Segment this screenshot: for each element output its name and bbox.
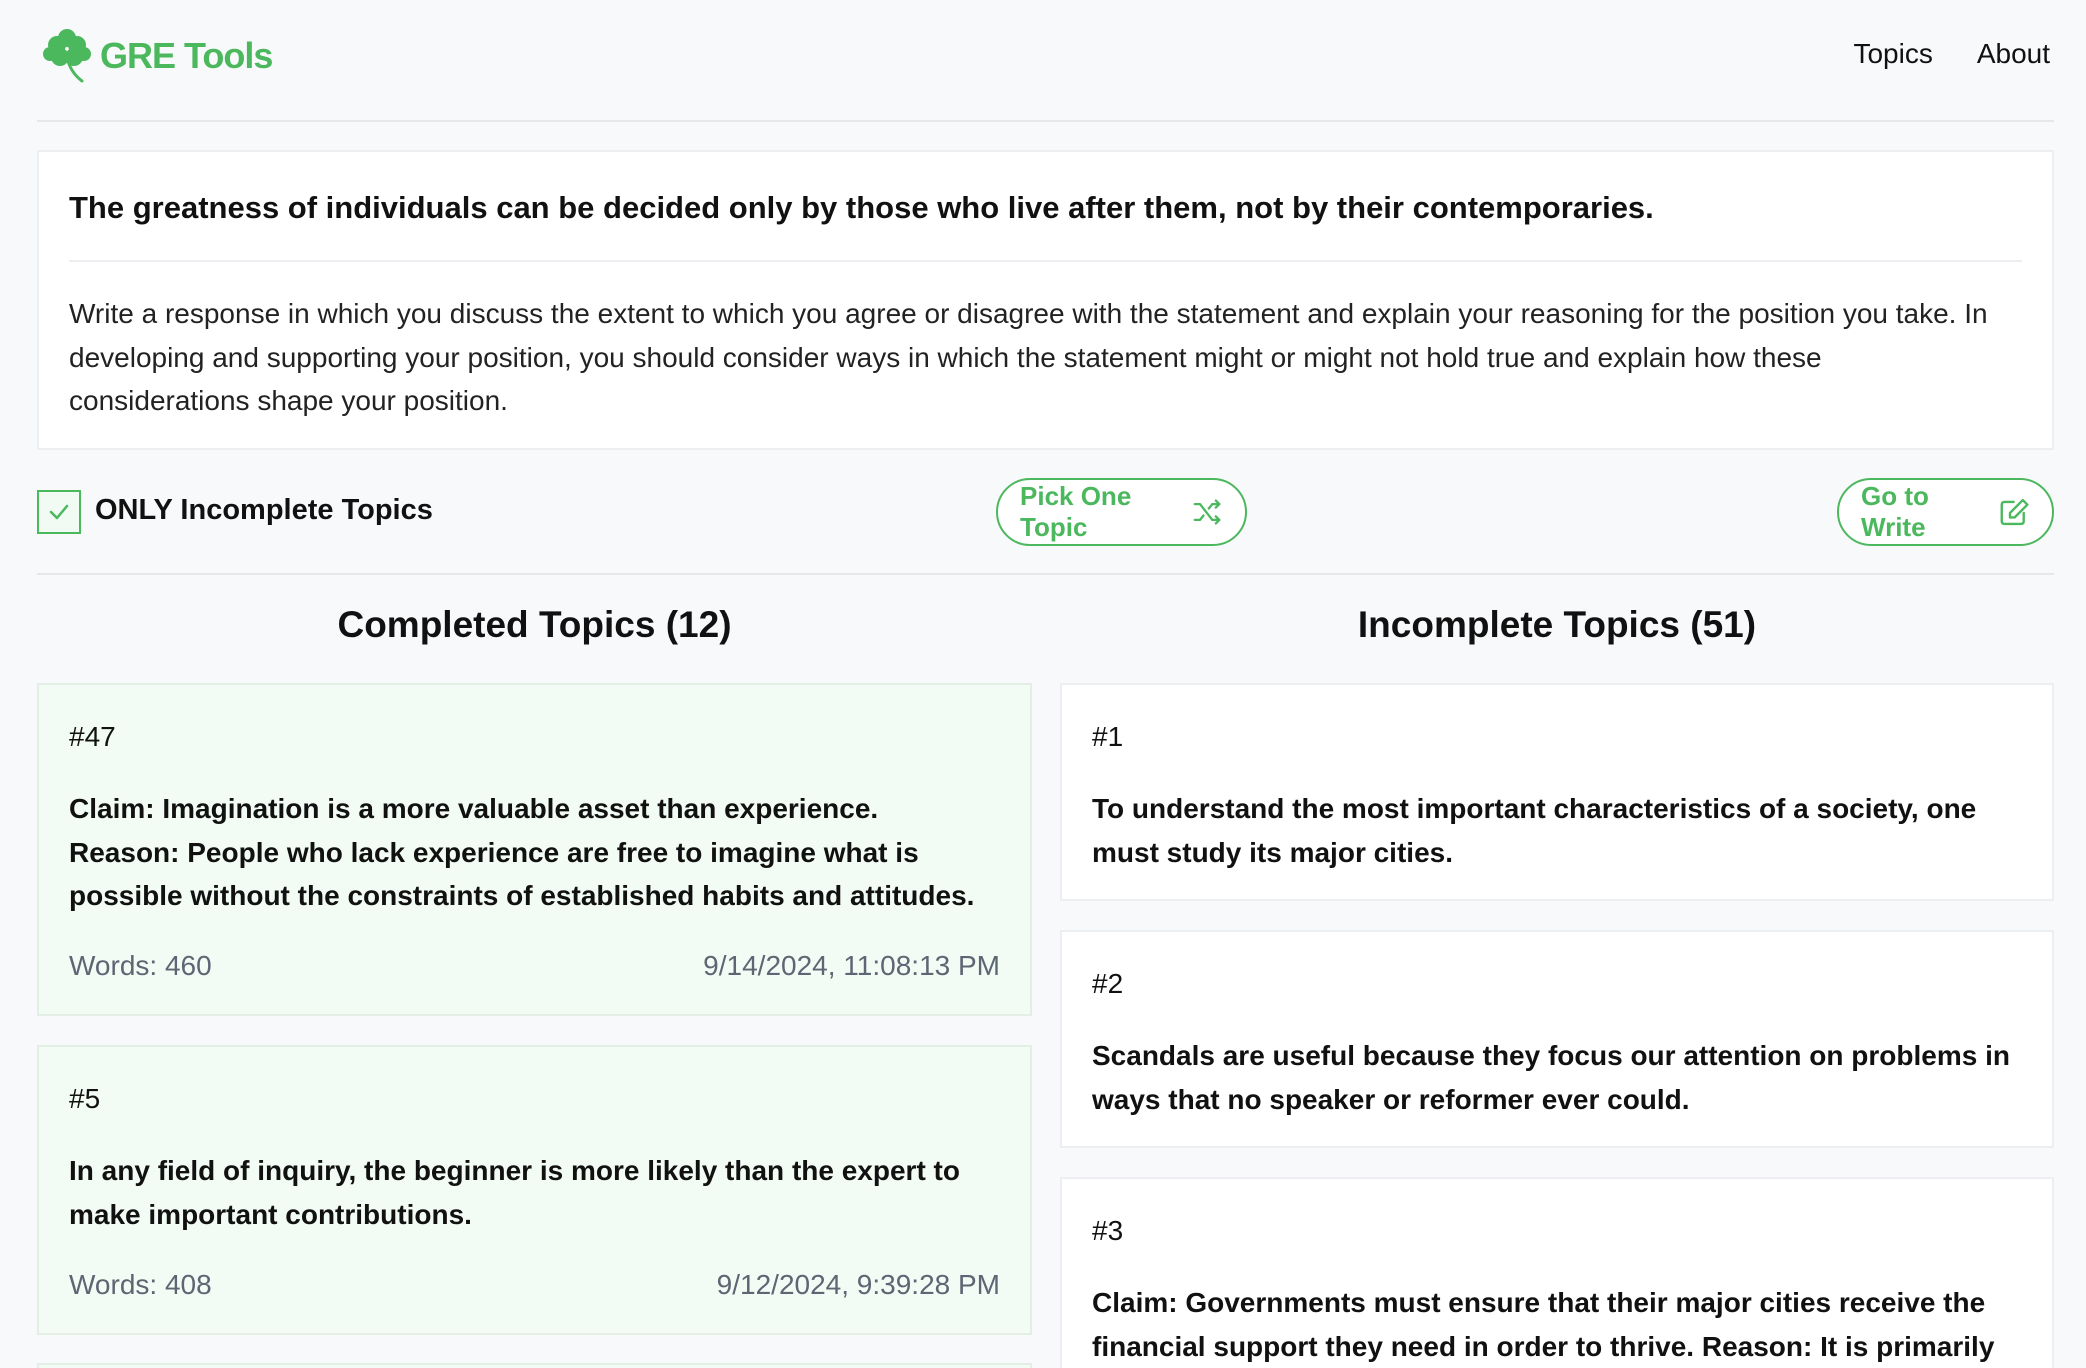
edit-icon [2000,498,2029,526]
controls-bar: ONLY Incomplete Topics Pick One Topic Go… [37,475,2054,575]
topic-text: Claim: Governments must ensure that thei… [1092,1287,1995,1362]
incomplete-topic-card[interactable]: #3 Claim: Governments must ensure that t… [1060,1177,2054,1368]
checkmark-icon [49,504,69,520]
incomplete-heading: Incomplete Topics (51) [1357,604,1757,645]
completed-topic-card[interactable]: #47 Claim: Imagination is a more valuabl… [37,683,1032,1016]
topic-number: #5 [69,1083,101,1114]
topic-number: #1 [1092,721,1124,752]
top-nav: Topics About [1853,38,2050,70]
completed-date: 9/12/2024, 9:39:28 PM [716,1269,1000,1300]
go-to-write-button[interactable]: Go to Write [1837,478,2054,546]
topic-number: #47 [69,721,116,752]
completed-date: 9/14/2024, 11:08:13 PM [703,950,1000,981]
completed-topic-card[interactable] [37,1363,1032,1368]
incomplete-only-checkbox[interactable] [37,490,81,534]
incomplete-topic-card[interactable]: #1 To understand the most important char… [1060,683,2054,901]
word-count: Words: 408 [69,1269,212,1300]
nav-topics-link[interactable]: Topics [1853,38,1932,70]
divider [69,260,2022,262]
topic-number: #3 [1092,1215,1124,1246]
topic-text: Scandals are useful because they focus o… [1092,1040,2010,1115]
site-header: GRE Tools Topics About [37,0,2054,122]
logo-text: GRE Tools [100,35,273,76]
pick-topic-button[interactable]: Pick One Topic [996,478,1247,546]
completed-heading: Completed Topics (12) [337,604,732,645]
topic-instructions: Write a response in which you discuss th… [69,298,1988,416]
nav-about-link[interactable]: About [1977,38,2050,70]
shuffle-icon [1193,499,1221,525]
incomplete-topic-card[interactable]: #2 Scandals are useful because they focu… [1060,930,2054,1148]
topic-text: To understand the most important charact… [1092,793,1977,868]
clover-icon [43,29,91,83]
topic-text: In any field of inquiry, the beginner is… [69,1155,960,1230]
current-topic-card: The greatness of individuals can be deci… [37,150,2054,450]
topic-statement: The greatness of individuals can be deci… [69,190,1654,225]
pick-topic-label: Pick One Topic [1020,481,1132,542]
word-count: Words: 460 [69,950,212,981]
logo[interactable]: GRE Tools [40,27,273,85]
topic-text: Claim: Imagination is a more valuable as… [69,793,975,911]
completed-topic-card[interactable]: #5 In any field of inquiry, the beginner… [37,1045,1032,1335]
checkbox-label[interactable]: ONLY Incomplete Topics [95,494,433,527]
go-to-write-label: Go to Write [1861,481,1929,542]
topic-number: #2 [1092,968,1124,999]
